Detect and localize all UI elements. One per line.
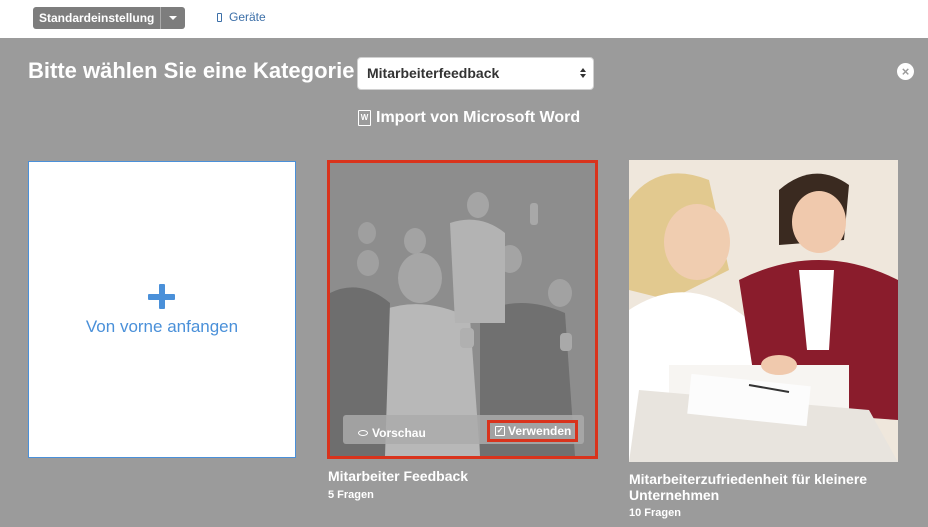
preview-label: Vorschau: [372, 426, 426, 440]
page-title: Bitte wählen Sie eine Kategorie: [28, 58, 355, 83]
close-icon[interactable]: ×: [897, 63, 914, 80]
use-label: Verwenden: [508, 424, 572, 438]
import-word-link[interactable]: W Import von Microsoft Word: [358, 109, 580, 127]
devices-label: Geräte: [229, 10, 266, 24]
category-select-value: Mitarbeiterfeedback: [367, 65, 500, 81]
template-title-line1: Mitarbeiterzufriedenheit für kleinere: [629, 471, 868, 487]
preview-button[interactable]: Vorschau: [358, 426, 426, 440]
template-card-mitarbeiterzufriedenheit[interactable]: [629, 160, 898, 462]
word-document-icon: W: [358, 110, 371, 126]
team-photo-illustration: [330, 163, 595, 456]
template-question-count: 5 Fragen: [328, 489, 374, 501]
template-title-line2: Unternehmen: [629, 487, 720, 503]
start-from-scratch-card[interactable]: [28, 161, 296, 458]
start-from-scratch-label: Von vorne anfangen: [85, 317, 239, 336]
devices-link[interactable]: Geräte: [217, 10, 266, 24]
template-question-count: 10 Fragen: [629, 507, 681, 519]
template-card-mitarbeiter-feedback[interactable]: Vorschau ✓ Verwenden: [327, 160, 598, 459]
template-title: Mitarbeiter Feedback: [328, 468, 469, 484]
mobile-device-icon: [217, 12, 222, 22]
preset-dropdown-button[interactable]: Standardeinstellung: [33, 7, 186, 29]
import-label: Import von Microsoft Word: [376, 109, 581, 126]
plus-icon: [148, 284, 175, 309]
chevron-down-icon[interactable]: [160, 7, 185, 29]
preset-label: Standardeinstellung: [39, 11, 155, 25]
template-image-two-women-at-desk: [629, 160, 898, 462]
template-image-team-thumbs-up: [330, 163, 595, 456]
category-select[interactable]: Mitarbeiterfeedback: [357, 57, 594, 90]
eye-icon: [358, 430, 368, 436]
top-toolbar: Standardeinstellung Geräte: [0, 0, 928, 38]
select-arrows-icon: [579, 68, 587, 78]
checkbox-checked-icon: ✓: [495, 426, 505, 436]
use-template-button[interactable]: ✓ Verwenden: [487, 420, 578, 442]
